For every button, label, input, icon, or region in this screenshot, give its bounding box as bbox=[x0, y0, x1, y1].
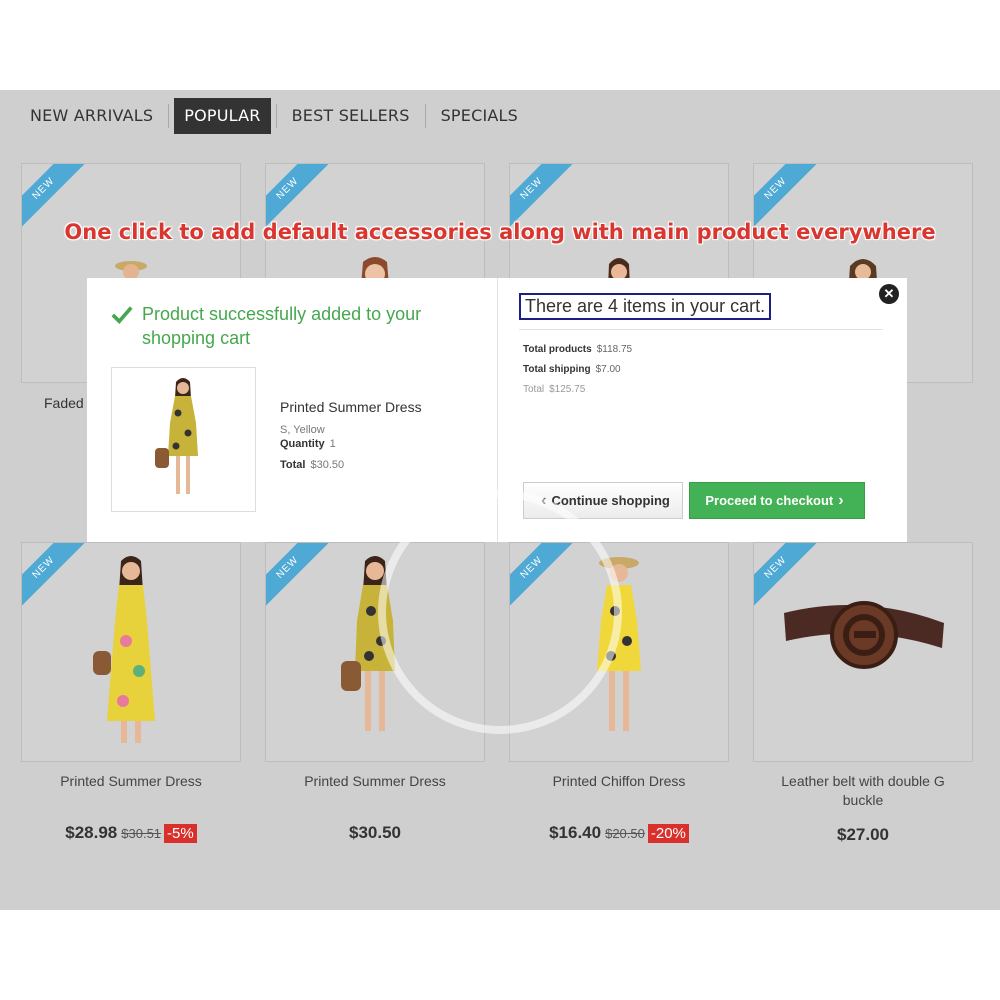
total-shipping-label: Total shipping bbox=[523, 364, 591, 375]
total-shipping-value: $7.00 bbox=[595, 364, 621, 375]
chevron-left-icon: ‹ bbox=[541, 491, 547, 509]
grand-total-row: Total $125.75 bbox=[523, 384, 585, 395]
product-price: $27.00 bbox=[837, 825, 889, 844]
success-text: Product successfully added to your shopp… bbox=[142, 304, 422, 348]
product-name[interactable]: Printed Chiffon Dress bbox=[509, 772, 729, 791]
product-image bbox=[341, 556, 395, 731]
product-price-row: $28.98 $30.51 -5% bbox=[21, 823, 241, 843]
modal-quantity: Quantity 1 bbox=[280, 438, 336, 450]
product-card[interactable]: NEW bbox=[753, 542, 973, 762]
product-name[interactable]: Printed Summer Dress bbox=[21, 772, 241, 791]
tab-popular[interactable]: POPULAR bbox=[174, 98, 271, 134]
chevron-right-icon: › bbox=[838, 491, 844, 509]
product-card[interactable]: NEW bbox=[509, 542, 729, 762]
modal-product-attributes: S, Yellow bbox=[280, 424, 325, 436]
promo-headline: One click to add default accessories alo… bbox=[64, 220, 936, 244]
tab-divider bbox=[168, 104, 170, 128]
new-badge: NEW bbox=[510, 543, 574, 610]
tab-divider bbox=[424, 104, 426, 128]
discount-badge: -5% bbox=[164, 824, 197, 843]
total-products-row: Total products $118.75 bbox=[523, 344, 632, 355]
total-products-label: Total products bbox=[523, 344, 592, 355]
product-image bbox=[597, 557, 641, 731]
tab-new-arrivals[interactable]: NEW ARRIVALS bbox=[20, 98, 163, 134]
old-price: $20.50 bbox=[605, 826, 645, 841]
discount-badge: -20% bbox=[647, 824, 689, 843]
modal-line-total: Total $30.50 bbox=[280, 459, 344, 471]
product-tabs: NEW ARRIVALS POPULAR BEST SELLERS SPECIA… bbox=[20, 98, 528, 134]
add-to-cart-modal: Product successfully added to your shopp… bbox=[87, 278, 907, 542]
modal-cart-summary: ✕ There are 4 items in your cart. Total … bbox=[498, 278, 907, 542]
product-card[interactable]: NEW bbox=[21, 542, 241, 762]
total-shipping-row: Total shipping $7.00 bbox=[523, 364, 621, 375]
total-label: Total bbox=[280, 459, 306, 471]
grand-total-value: $125.75 bbox=[549, 384, 586, 395]
total-value: $30.50 bbox=[310, 459, 345, 471]
quantity-label: Quantity bbox=[280, 438, 325, 450]
product-image bbox=[784, 601, 944, 669]
product-name[interactable]: Leather belt with double G buckle bbox=[753, 772, 973, 810]
product-price-row: $27.00 bbox=[753, 825, 973, 845]
modal-product-name: Printed Summer Dress bbox=[280, 399, 422, 415]
success-message: Product successfully added to your shopp… bbox=[111, 302, 442, 350]
tab-divider bbox=[275, 104, 277, 128]
new-badge: NEW bbox=[266, 543, 330, 610]
tab-best-sellers[interactable]: BEST SELLERS bbox=[282, 98, 420, 134]
continue-shopping-label: Continue shopping bbox=[551, 493, 670, 508]
product-name[interactable]: Faded bbox=[44, 395, 84, 411]
product-card[interactable]: NEW bbox=[265, 542, 485, 762]
product-price-row: $16.40 $20.50 -20% bbox=[509, 823, 729, 843]
modal-product-panel: Product successfully added to your shopp… bbox=[87, 278, 498, 542]
continue-shopping-button[interactable]: ‹ Continue shopping bbox=[523, 482, 683, 519]
cart-count-text: There are 4 items in your cart. bbox=[519, 293, 772, 320]
close-icon[interactable]: ✕ bbox=[879, 284, 899, 304]
product-image bbox=[155, 378, 198, 494]
check-icon bbox=[111, 306, 133, 325]
new-badge: NEW bbox=[22, 543, 86, 610]
product-price: $28.98 bbox=[65, 823, 118, 842]
quantity-value: 1 bbox=[329, 438, 336, 450]
tab-specials[interactable]: SPECIALS bbox=[431, 98, 528, 134]
product-price: $30.50 bbox=[349, 823, 401, 842]
proceed-to-checkout-button[interactable]: Proceed to checkout › bbox=[689, 482, 865, 519]
proceed-to-checkout-label: Proceed to checkout bbox=[705, 493, 834, 508]
grand-total-label: Total bbox=[523, 384, 545, 395]
product-price-row: $30.50 bbox=[265, 823, 485, 843]
divider bbox=[519, 329, 883, 330]
modal-product-thumbnail bbox=[111, 367, 256, 512]
product-price: $16.40 bbox=[549, 823, 602, 842]
product-listing-section: NEW ARRIVALS POPULAR BEST SELLERS SPECIA… bbox=[0, 90, 1000, 910]
product-name[interactable]: Printed Summer Dress bbox=[265, 772, 485, 791]
old-price: $30.51 bbox=[121, 826, 162, 841]
total-products-value: $118.75 bbox=[596, 344, 633, 355]
product-image bbox=[93, 556, 155, 743]
